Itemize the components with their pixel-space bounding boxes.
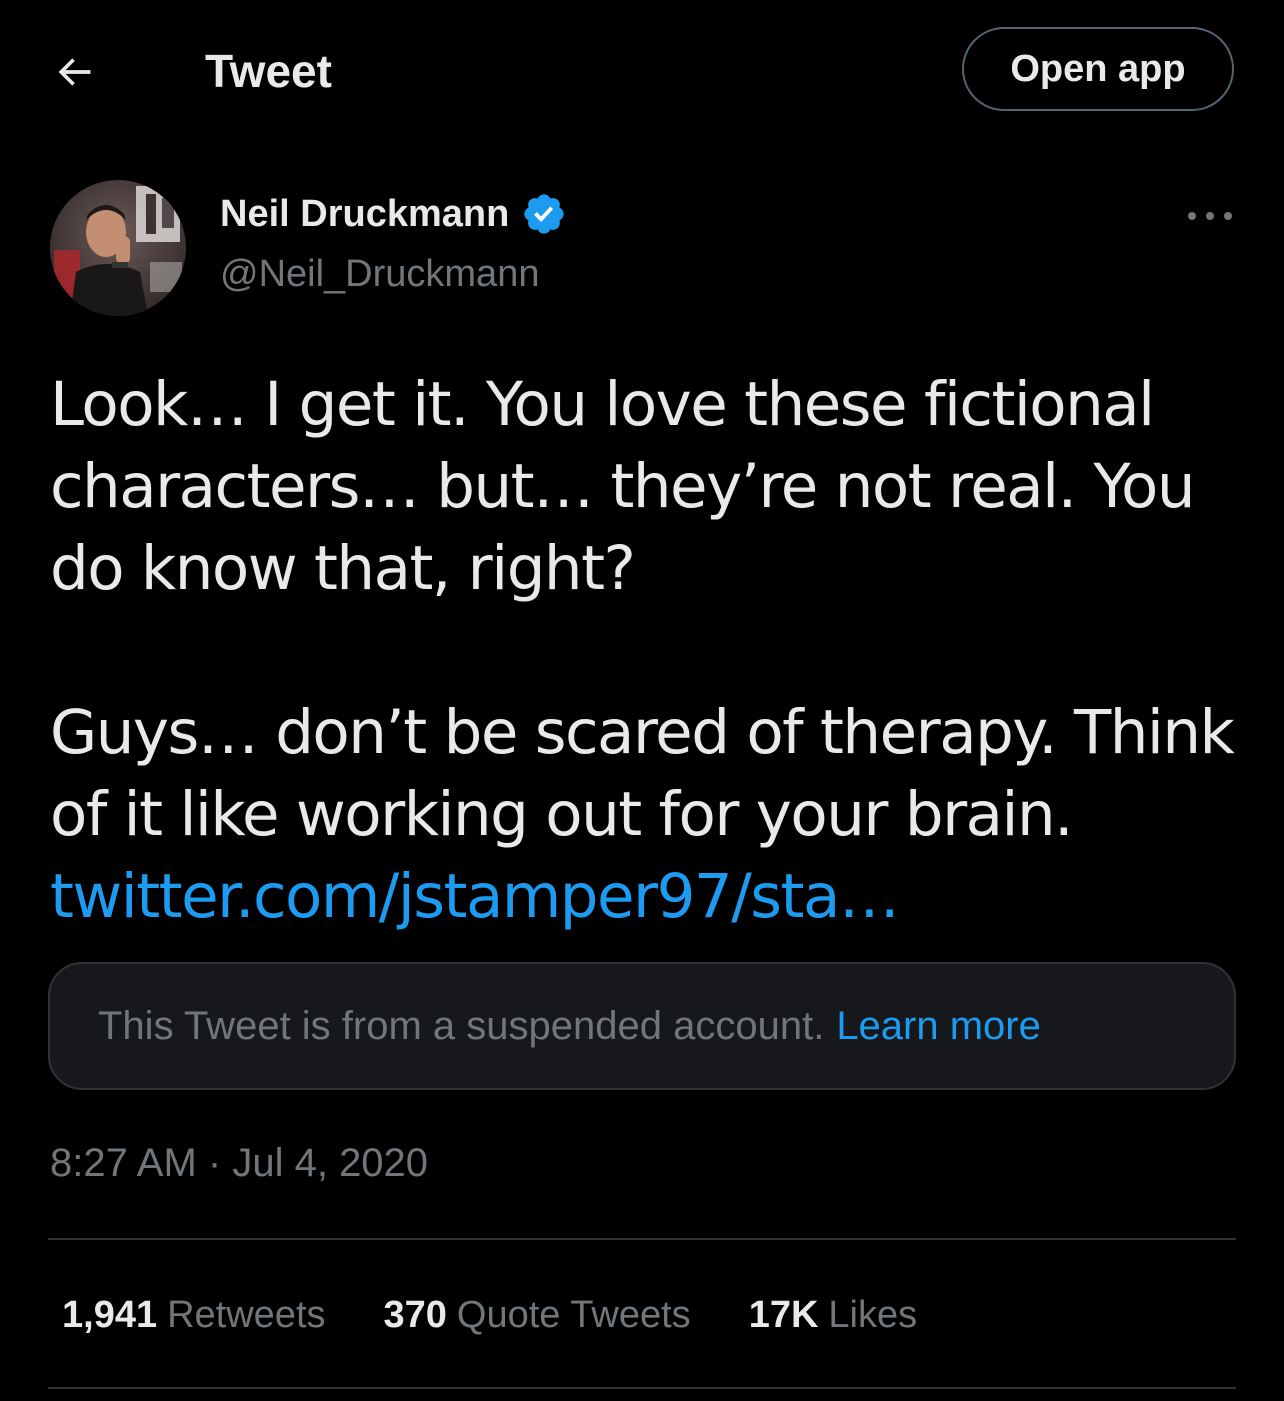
retweets-stat[interactable]: 1,941 Retweets	[62, 1292, 326, 1338]
tweet-link[interactable]: twitter.com/jstamper97/sta…	[50, 861, 900, 932]
top-bar: Tweet Open app	[0, 0, 1284, 140]
tweet-time[interactable]: 8:27 AM	[50, 1141, 197, 1185]
quoted-tweet-suspended: This Tweet is from a suspended account. …	[48, 962, 1236, 1090]
tweet-stats: 1,941 Retweets 370 Quote Tweets 17K Likes	[62, 1292, 975, 1338]
more-horizontal-icon	[1188, 212, 1232, 220]
verified-badge-icon	[524, 194, 564, 234]
open-app-button[interactable]: Open app	[962, 27, 1234, 111]
likes-count: 17K	[748, 1294, 819, 1336]
likes-label: Likes	[828, 1294, 918, 1336]
arrow-left-icon	[58, 58, 91, 86]
author-name[interactable]: Neil Druckmann	[220, 190, 567, 238]
tweet-timestamp: 8:27 AM · Jul 4, 2020	[50, 1140, 428, 1186]
likes-stat[interactable]: 17K Likes	[749, 1292, 917, 1338]
tweet-paragraph-2-text: Guys… don’t be scared of therapy. Think …	[50, 697, 1235, 850]
author-handle[interactable]: @Neil_Druckmann	[220, 250, 539, 298]
page-title: Tweet	[205, 45, 332, 97]
timestamp-separator: ·	[207, 1141, 222, 1185]
avatar[interactable]	[50, 180, 186, 316]
tweet-date[interactable]: Jul 4, 2020	[232, 1141, 428, 1185]
quotes-count: 370	[383, 1294, 447, 1336]
quotes-label: Quote Tweets	[456, 1294, 691, 1336]
divider-top	[48, 1238, 1236, 1240]
back-button[interactable]	[48, 46, 100, 98]
retweets-label: Retweets	[167, 1294, 326, 1336]
avatar-image	[50, 180, 186, 316]
divider-bottom	[48, 1387, 1236, 1389]
tweet-text: Look… I get it. You love these fictional…	[50, 364, 1240, 938]
quote-tweets-stat[interactable]: 370 Quote Tweets	[384, 1292, 691, 1338]
author-display-name: Neil Druckmann	[220, 193, 510, 235]
retweets-count: 1,941	[62, 1294, 158, 1336]
learn-more-link[interactable]: Learn more	[836, 1004, 1041, 1049]
tweet-paragraph-2: Guys… don’t be scared of therapy. Think …	[50, 692, 1240, 938]
suspended-notice: This Tweet is from a suspended account.	[98, 1003, 825, 1048]
tweet-paragraph-1: Look… I get it. You love these fictional…	[50, 369, 1196, 604]
more-options-button[interactable]	[1180, 196, 1240, 236]
